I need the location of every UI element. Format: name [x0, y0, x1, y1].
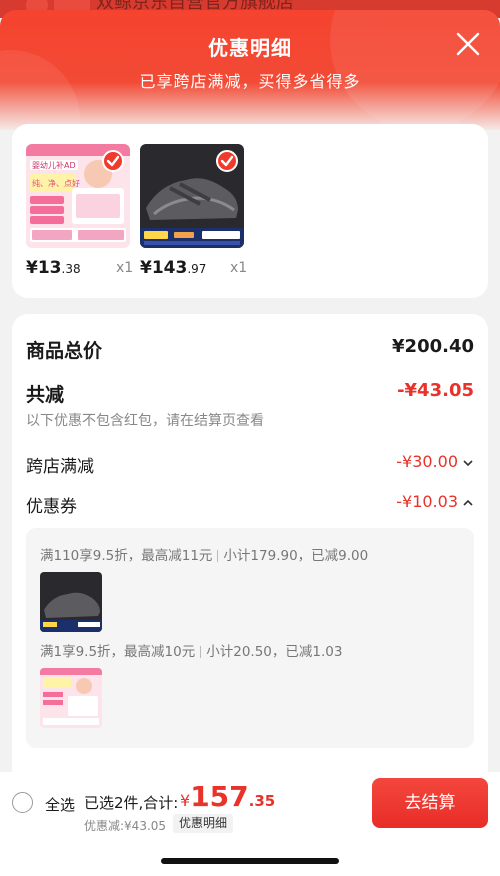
coupon-product-thumb-sneaker — [40, 572, 102, 632]
total-price-row: 商品总价 ¥200.40 — [26, 336, 474, 362]
selected-products-card: 婴幼儿补AD 纯、净、点好 ¥13.38 x1 ¥143.97 x1 — [12, 124, 488, 298]
coupon-detail-sheet: { "background": {"store_title": "双鲸京东自营官… — [0, 0, 500, 876]
product-quantity: x1 — [116, 260, 134, 276]
price-breakdown-card: 商品总价 ¥200.40 共减 -¥43.05 以下优惠不包含红包，请在结算页查… — [12, 314, 488, 834]
home-indicator[interactable] — [161, 858, 339, 864]
sheet-header: 优惠明细 已享跨店满减，买得多省得多 — [0, 10, 500, 130]
product-image-vitamin-ad[interactable]: 婴幼儿补AD 纯、净、点好 — [26, 144, 130, 248]
select-all-radio[interactable] — [12, 792, 33, 813]
sheet-title: 优惠明细 — [208, 36, 292, 60]
checkout-bar: 全选 已选2件,合计: ¥157.35 优惠减:¥43.05 优惠明细 去结算 — [0, 772, 500, 876]
coupon-row[interactable]: 优惠券 -¥10.03 — [26, 492, 474, 517]
cross-store-value[interactable]: -¥30.00 — [396, 452, 474, 471]
cross-store-row[interactable]: 跨店满减 -¥30.00 — [26, 452, 474, 477]
product-tagline: 纯、净、点好 — [32, 178, 80, 188]
coupon-product-thumb-vitamin — [40, 668, 102, 728]
product-price: ¥13.38 — [26, 258, 81, 278]
chevron-up-icon — [463, 499, 473, 506]
product-item[interactable]: 婴幼儿补AD 纯、净、点好 ¥13.38 x1 — [26, 144, 133, 278]
total-reduction-row: 共减 -¥43.05 — [26, 380, 474, 406]
total-price-label: 商品总价 — [26, 340, 103, 362]
checkout-button[interactable]: 去结算 — [372, 778, 488, 828]
sheet-subtitle: 已享跨店满减，买得多省得多 — [139, 72, 361, 91]
coupon-value[interactable]: -¥10.03 — [396, 492, 474, 511]
chevron-down-icon — [463, 459, 473, 466]
discount-summary: 优惠减:¥43.05 — [84, 819, 167, 833]
coupon-label: 优惠券 — [26, 497, 77, 517]
coupon-rule-line: 满1享9.5折，最高减10元 小计20.50，已减1.03 — [40, 644, 343, 660]
selected-count-text: 已选2件,合计: — [84, 794, 179, 812]
cross-store-label: 跨店满减 — [26, 457, 94, 477]
select-all-label[interactable]: 全选 — [45, 794, 75, 815]
total-reduction-label: 共减 — [26, 384, 65, 406]
product-item[interactable]: ¥143.97 x1 — [140, 144, 247, 278]
total-reduction-value: -¥43.05 — [397, 380, 474, 401]
total-amount: ¥157.35 — [180, 780, 276, 813]
product-image-sneaker[interactable] — [140, 144, 244, 248]
close-icon[interactable] — [454, 30, 482, 58]
product-quantity: x1 — [230, 260, 248, 276]
product-price: ¥143.97 — [140, 258, 207, 278]
coupon-rule-line: 满110享9.5折，最高减11元 小计179.90，已减9.00 — [40, 548, 369, 564]
coupon-detail-box: 满110享9.5折，最高减11元 小计179.90，已减9.00 满1享9.5折，… — [26, 528, 474, 748]
discount-detail-button[interactable]: 优惠明细 — [173, 814, 234, 833]
product-label: 婴幼儿补AD — [32, 160, 76, 170]
reduction-note: 以下优惠不包含红包，请在结算页查看 — [26, 413, 264, 429]
selected-check-icon — [216, 150, 238, 172]
selected-check-icon — [102, 150, 124, 172]
total-price-value: ¥200.40 — [392, 336, 474, 357]
